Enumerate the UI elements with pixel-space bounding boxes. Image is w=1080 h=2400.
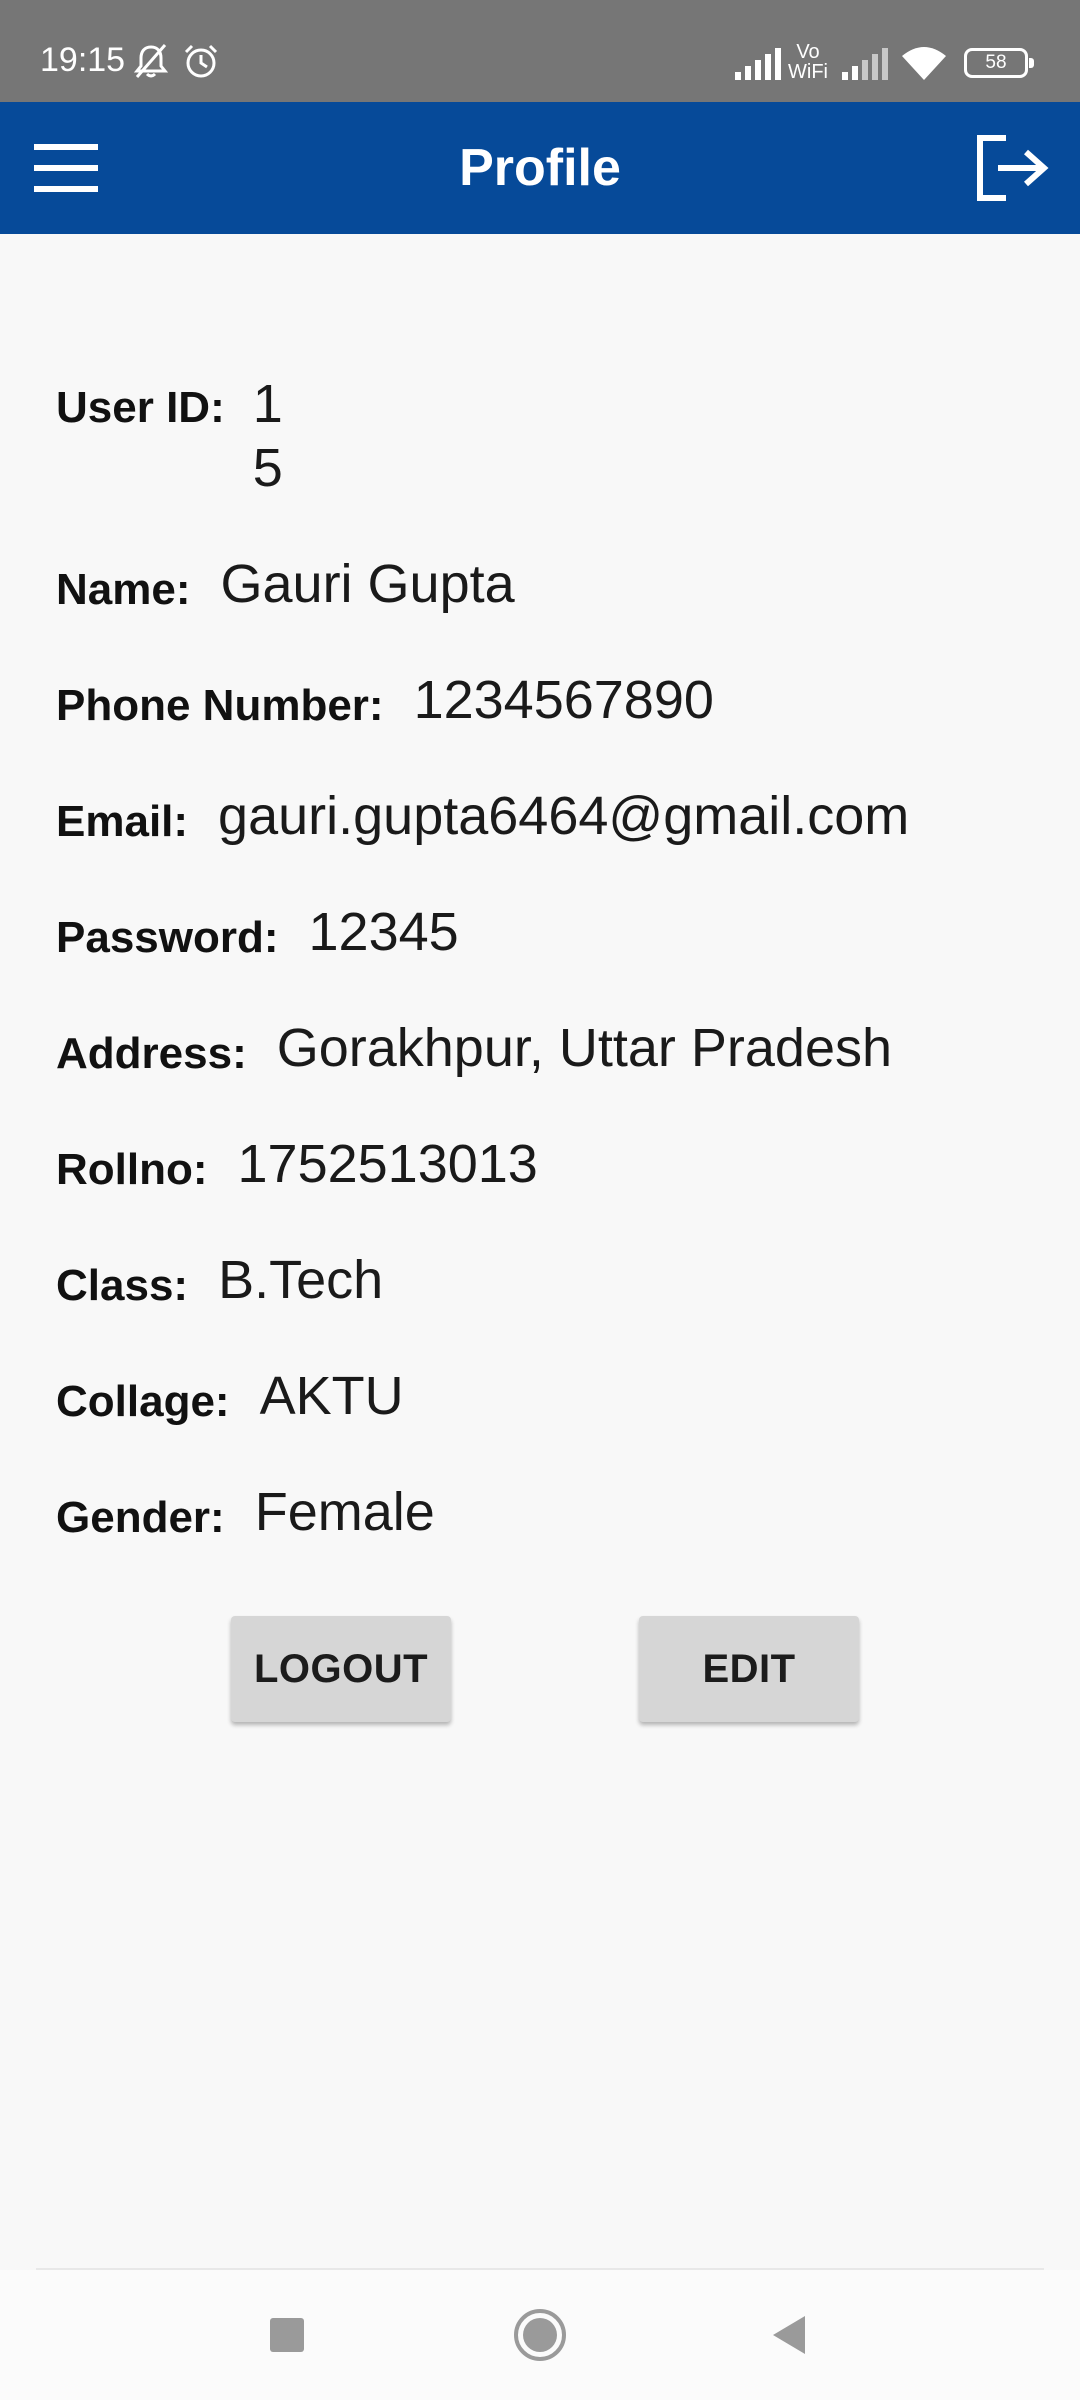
field-collage: Collage: AKTU xyxy=(56,1366,404,1430)
field-password: Password: 12345 xyxy=(56,902,459,966)
page-title: Profile xyxy=(459,139,621,197)
phone-value: 1234567890 xyxy=(413,670,714,730)
user-id-label: User ID: xyxy=(56,383,225,432)
alarm-icon xyxy=(182,42,220,85)
name-label: Name: xyxy=(56,565,191,614)
status-time: 19:15 xyxy=(40,41,126,79)
recents-square-icon[interactable] xyxy=(252,2300,322,2370)
rollno-label: Rollno: xyxy=(56,1145,208,1194)
home-circle-icon[interactable] xyxy=(505,2300,575,2370)
app-bar: Profile xyxy=(0,102,1080,234)
field-user-id: User ID: 15 xyxy=(56,372,293,500)
logout-icon[interactable] xyxy=(972,130,1052,206)
class-label: Class: xyxy=(56,1261,189,1310)
rollno-value: 1752513013 xyxy=(237,1134,538,1194)
gender-value: Female xyxy=(254,1482,435,1542)
address-value: Gorakhpur, Uttar Pradesh xyxy=(276,1018,893,1078)
field-rollno: Rollno: 1752513013 xyxy=(56,1134,538,1198)
phone-label: Phone Number: xyxy=(56,681,384,730)
email-value: gauri.gupta6464@gmail.com xyxy=(218,786,910,846)
vowifi-icon: Vo WiFi xyxy=(788,41,828,83)
wifi-icon xyxy=(900,44,948,89)
field-address: Address: Gorakhpur, Uttar Pradesh xyxy=(56,1018,892,1082)
email-label: Email: xyxy=(56,797,189,846)
signal-icon xyxy=(840,48,890,87)
field-email: Email: gauri.gupta6464@gmail.com xyxy=(56,786,909,850)
gender-label: Gender: xyxy=(56,1493,225,1542)
field-name: Name: Gauri Gupta xyxy=(56,554,515,618)
user-id-value: 15 xyxy=(252,374,283,498)
class-value: B.Tech xyxy=(218,1250,384,1310)
collage-value: AKTU xyxy=(259,1366,404,1426)
edit-button[interactable]: EDIT xyxy=(639,1616,859,1722)
battery-icon: 58 xyxy=(964,48,1034,78)
password-value: 12345 xyxy=(308,902,459,962)
mute-bell-icon xyxy=(132,42,170,85)
password-label: Password: xyxy=(56,913,279,962)
collage-label: Collage: xyxy=(56,1377,230,1426)
signal-icon xyxy=(733,48,783,87)
name-value: Gauri Gupta xyxy=(220,554,515,614)
back-triangle-icon[interactable] xyxy=(755,2300,825,2370)
system-nav-bar xyxy=(0,2270,1080,2400)
field-class: Class: B.Tech xyxy=(56,1250,383,1314)
field-gender: Gender: Female xyxy=(56,1482,435,1546)
status-bar: 19:15 Vo WiFi 58 xyxy=(0,0,1080,102)
address-label: Address: xyxy=(56,1029,247,1078)
logout-button[interactable]: LOGOUT xyxy=(231,1616,451,1722)
field-phone: Phone Number: 1234567890 xyxy=(56,670,714,734)
